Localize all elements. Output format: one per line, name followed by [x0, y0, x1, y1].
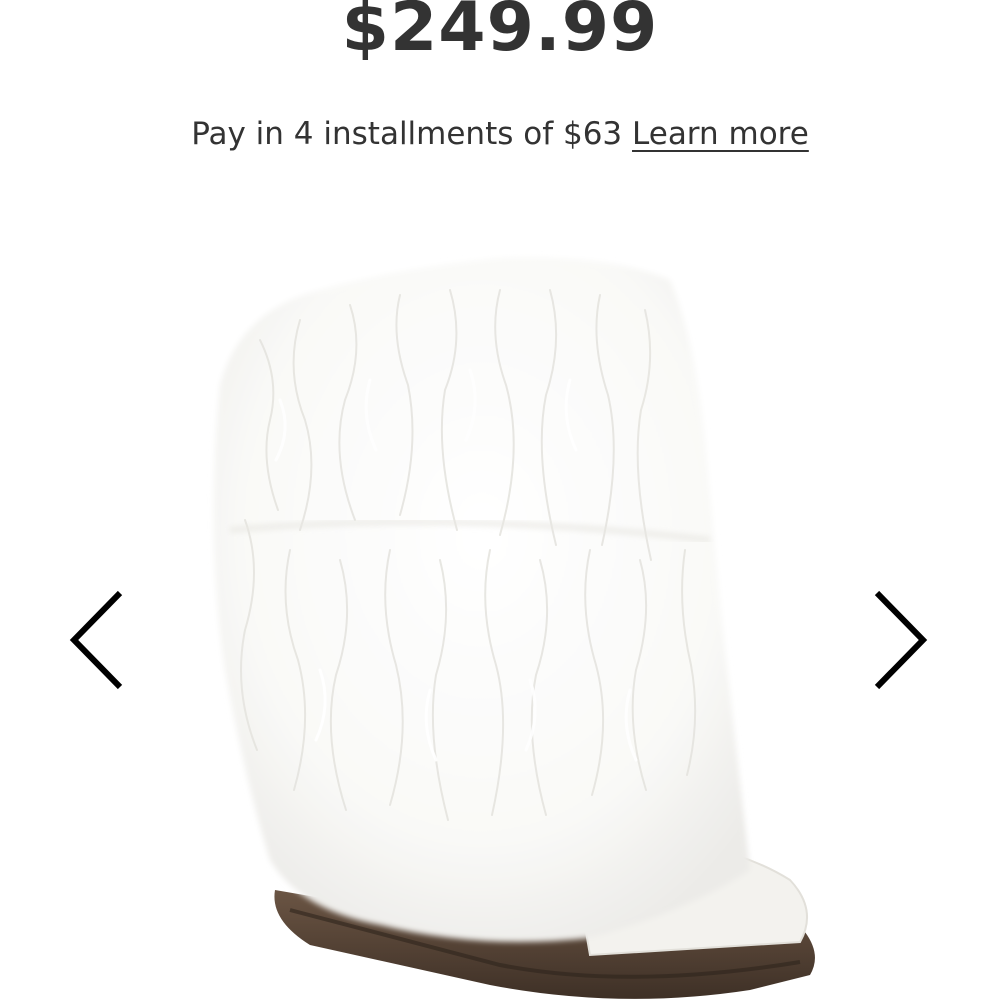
learn-more-link[interactable]: Learn more — [632, 116, 809, 152]
fur-boot-image — [213, 257, 815, 999]
chevron-right-icon — [874, 590, 928, 690]
next-image-button[interactable] — [865, 585, 935, 695]
chevron-left-icon — [69, 590, 123, 690]
installments-text: Pay in 4 installments of $63 — [191, 116, 623, 152]
product-price: $249.99 — [341, 0, 659, 67]
product-image-gallery — [0, 200, 1000, 1000]
installments-line: Pay in 4 installments of $63 Learn more — [0, 112, 1000, 156]
product-image — [150, 220, 850, 1000]
previous-image-button[interactable] — [60, 585, 130, 695]
product-page: $249.99 Pay in 4 installments of $63 Lea… — [0, 0, 1000, 1000]
